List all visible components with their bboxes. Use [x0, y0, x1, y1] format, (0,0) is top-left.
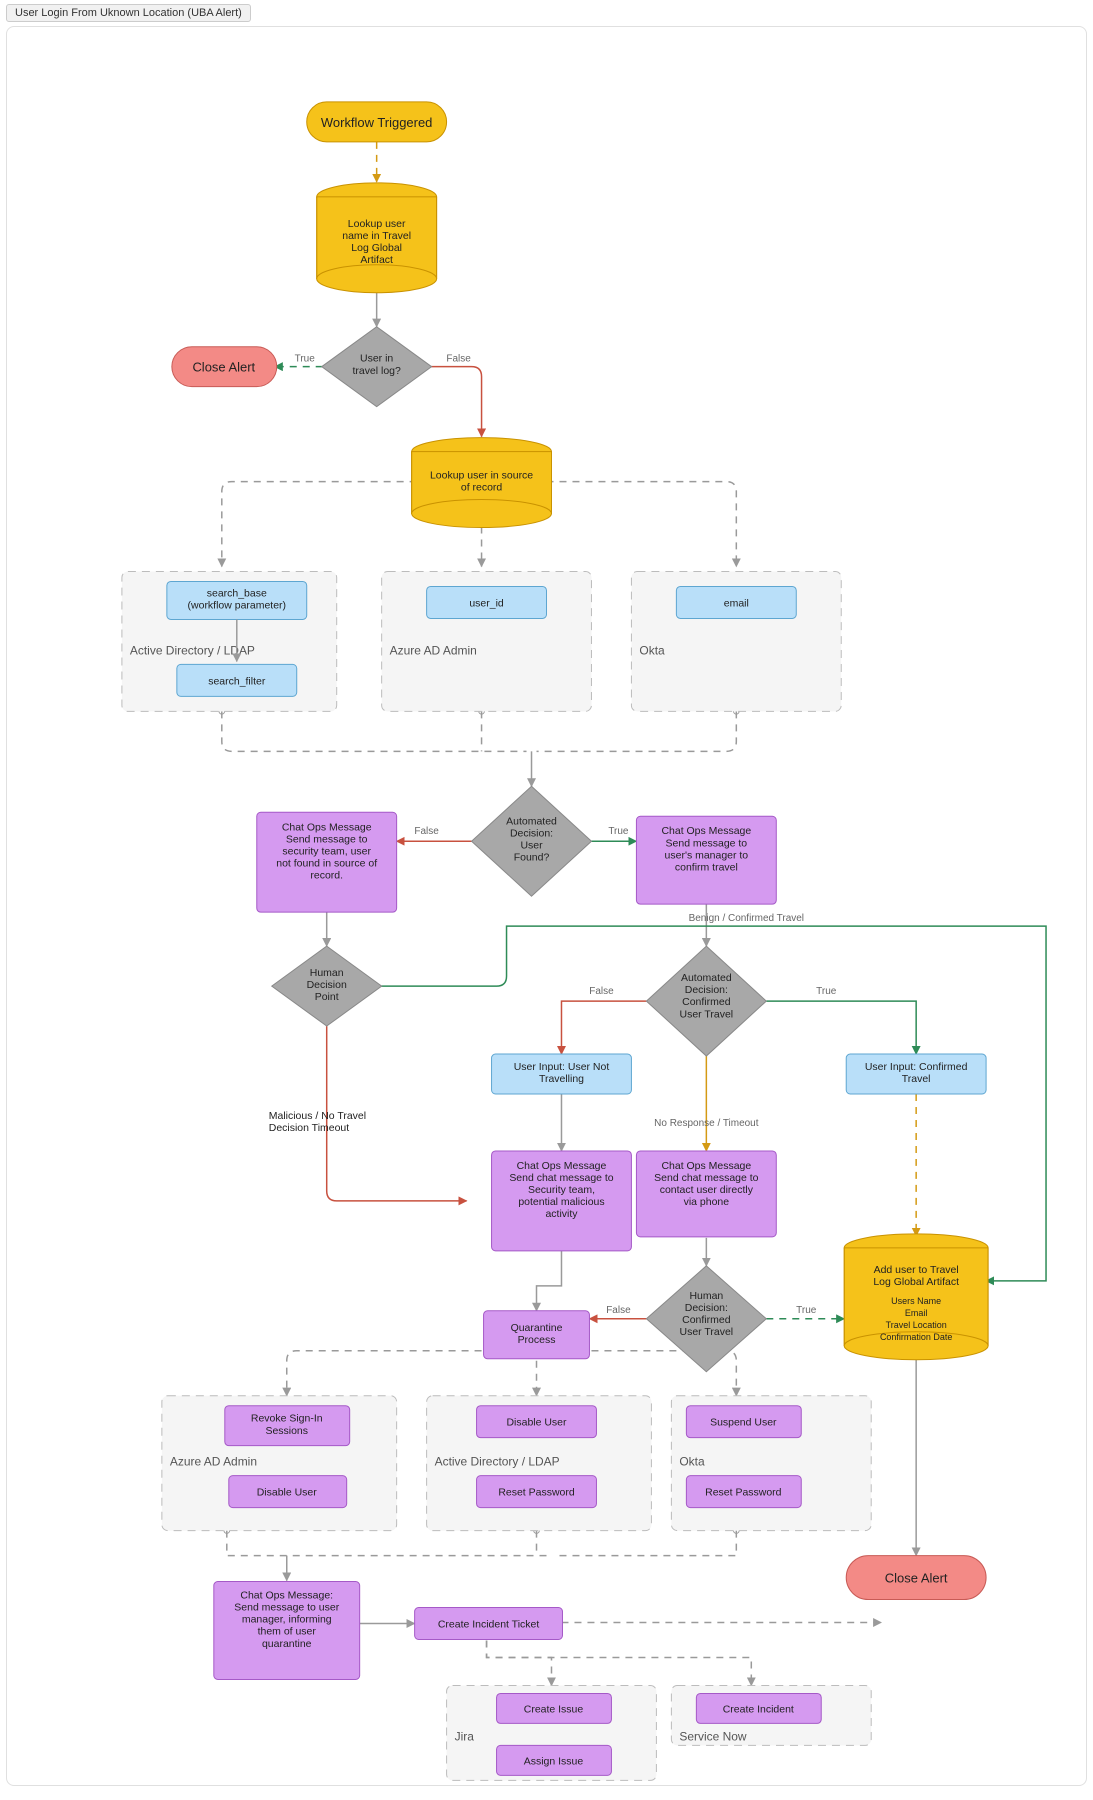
tab-uba-alert[interactable]: User Login From Uknown Location (UBA Ale… — [6, 4, 251, 22]
edge-label-malicious-1: Malicious / No TravelDecision Timeout — [269, 1111, 366, 1134]
create-incident-label: Create Incident — [723, 1704, 794, 1715]
edge-label-true: True — [796, 1305, 817, 1316]
node-lookup-source: Lookup user in sourceof record — [412, 438, 552, 528]
reset-ad-label: Reset Password — [498, 1488, 575, 1499]
group-okta-label: Okta — [639, 643, 665, 657]
node-user-found: AutomatedDecision:UserFound? — [472, 786, 592, 896]
node-start-label: Workflow Triggered — [321, 115, 432, 130]
group-servicenow-label: Service Now — [679, 1729, 747, 1743]
create-issue-label: Create Issue — [524, 1704, 584, 1715]
edge-label-true: True — [816, 986, 837, 997]
close-alert-2-label: Close Alert — [885, 1571, 948, 1586]
node-lookup-travel: Lookup username in TravelLog GlobalArtif… — [317, 183, 437, 293]
quarantine-label: QuarantineProcess — [511, 1323, 563, 1346]
edge-label-true: True — [608, 826, 629, 837]
group-jira-label: Jira — [455, 1729, 475, 1743]
node-auto-confirmed: AutomatedDecision:ConfirmedUser Travel — [646, 946, 766, 1056]
edge-label-true: True — [295, 354, 316, 365]
group-okta-2-label: Okta — [679, 1455, 705, 1469]
node-human-decision-1: HumanDecisionPoint — [272, 946, 382, 1026]
disable-azure-label: Disable User — [257, 1488, 318, 1499]
group-azure-2-label: Azure AD Admin — [170, 1455, 257, 1469]
create-ticket-label: Create Incident Ticket — [438, 1620, 539, 1631]
auto-confirmed-label: AutomatedDecision:ConfirmedUser Travel — [680, 973, 734, 1020]
diagram-canvas: True False False True True False No Resp… — [6, 26, 1087, 1786]
add-travel-hdr: Add user to TravelLog Global Artifact — [873, 1265, 959, 1288]
add-travel-f3: Travel Location — [886, 1320, 947, 1330]
edge-label-false: False — [606, 1305, 631, 1316]
tab-bar: User Login From Uknown Location (UBA Ale… — [0, 0, 1093, 22]
assign-issue-label: Assign Issue — [524, 1756, 584, 1767]
node-user-in-travel-log: User intravel log? — [322, 327, 432, 407]
group-ad-ldap-2-label: Active Directory / LDAP — [435, 1455, 560, 1469]
edge-label-false: False — [414, 826, 439, 837]
search-filter-label: search_filter — [208, 676, 266, 687]
reset-okta-label: Reset Password — [705, 1488, 782, 1499]
edge-label-false: False — [446, 354, 471, 365]
user-id-label: user_id — [469, 598, 504, 609]
disable-ad-label: Disable User — [507, 1418, 568, 1429]
email-label: email — [724, 598, 749, 609]
add-travel-f1: Users Name — [891, 1296, 941, 1306]
add-travel-f2: Email — [905, 1308, 927, 1318]
node-add-travel-log: Add user to TravelLog Global Artifact Us… — [844, 1234, 988, 1360]
group-azure-label: Azure AD Admin — [390, 643, 477, 657]
suspend-label: Suspend User — [710, 1418, 777, 1429]
add-travel-f4: Confirmation Date — [880, 1332, 952, 1342]
edge-label-false: False — [589, 986, 614, 997]
close-alert-1-label: Close Alert — [192, 360, 255, 375]
edge-label-no-response: No Response / Timeout — [654, 1118, 759, 1129]
node-human-decision-2: HumanDecision:ConfirmedUser Travel — [646, 1266, 766, 1372]
edge-label-benign: Benign / Confirmed Travel — [689, 913, 804, 924]
